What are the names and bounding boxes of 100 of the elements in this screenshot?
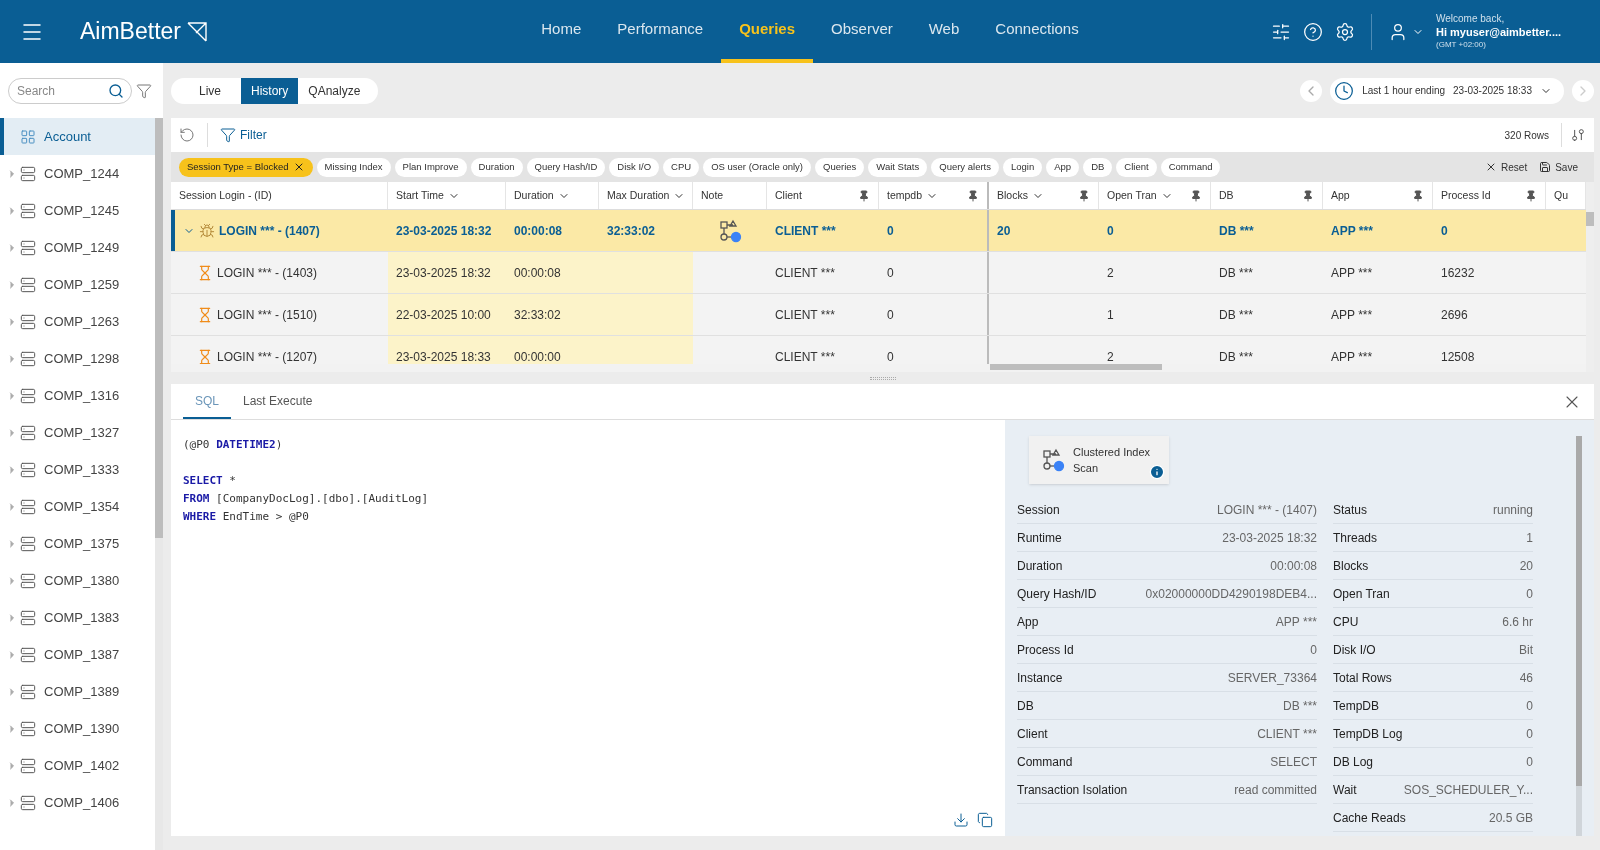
sidebar-item[interactable]: COMP_1383: [0, 599, 155, 636]
filter-chip[interactable]: Duration: [470, 157, 523, 177]
nav-tab[interactable]: Observer: [813, 0, 911, 63]
property-label: Cache Reads: [1333, 809, 1406, 827]
table-row[interactable]: LOGIN *** - (1510) 22-03-2025 10:00 32:33:02 CLIENT *** 0 1 DB *** APP *** 2696: [171, 294, 1586, 336]
property-label: CPU: [1333, 613, 1359, 631]
mode-tab[interactable]: Live: [179, 77, 241, 104]
mode-tab[interactable]: QAnalyze: [298, 77, 371, 104]
filter-chip[interactable]: CPU: [663, 157, 700, 177]
filter-chip[interactable]: Plan Improve: [394, 157, 467, 177]
property-value: 0: [1526, 697, 1533, 715]
table-cell: 23-03-2025 18:33: [388, 336, 506, 364]
filter-chip[interactable]: Queries: [815, 157, 865, 177]
code-line: (@P0 DATETIME2): [183, 437, 283, 453]
nav-tab[interactable]: Performance: [599, 0, 722, 63]
table-row[interactable]: LOGIN *** - (1403) 23-03-2025 18:32 00:00:08 CLIENT *** 0 2 DB *** APP *** 16232: [171, 252, 1586, 294]
table-cell-text: DB ***: [1218, 348, 1254, 364]
table-cell-text: 0: [1440, 222, 1449, 240]
column-header[interactable]: Client: [767, 182, 879, 209]
sidebar-item[interactable]: COMP_1354: [0, 488, 155, 525]
filter-chip[interactable]: Command: [1160, 157, 1221, 177]
property-label: Disk I/O: [1333, 641, 1376, 659]
sidebar-item[interactable]: COMP_1406: [0, 784, 155, 821]
sidebar-item[interactable]: COMP_1375: [0, 525, 155, 562]
sidebar-item[interactable]: COMP_1259: [0, 266, 155, 303]
nav-tab[interactable]: Web: [910, 0, 978, 63]
sidebar-item[interactable]: COMP_1402: [0, 747, 155, 784]
filter-chip[interactable]: Missing Index: [316, 157, 391, 177]
property-label: Query Hash/ID: [1017, 585, 1097, 603]
table-cell-text: 2: [1106, 264, 1115, 282]
filter-chip[interactable]: Disk I/O: [609, 157, 660, 177]
property-value: 20: [1519, 557, 1533, 575]
table-cell-text: APP ***: [1330, 222, 1374, 240]
column-header[interactable]: Note: [693, 182, 767, 209]
sidebar-item[interactable]: COMP_1389: [0, 673, 155, 710]
detail-tab[interactable]: Last Execute: [231, 384, 325, 419]
table-cell-text: 0: [1106, 222, 1115, 240]
reset-button[interactable]: Reset: [1485, 159, 1528, 175]
filter-chip[interactable]: Login: [1003, 157, 1043, 177]
table-cell: 00:00:08: [506, 252, 599, 293]
property-label: Threads: [1333, 529, 1378, 547]
filter-chip[interactable]: Query Hash/ID: [526, 157, 606, 177]
table-cell: LOGIN *** - (1207): [171, 336, 388, 364]
sidebar-item[interactable]: COMP_1316: [0, 377, 155, 414]
filter-chip[interactable]: App: [1046, 157, 1080, 177]
search-field[interactable]: Search: [8, 77, 132, 104]
sidebar-item[interactable]: COMP_1263: [0, 303, 155, 340]
column-header[interactable]: Process Id: [1433, 182, 1546, 209]
filter-chip[interactable]: Query alerts: [931, 157, 999, 177]
column-header[interactable]: Duration: [506, 182, 599, 209]
table-row[interactable]: LOGIN *** - (1407) 23-03-2025 18:32 00:00:08 32:33:02 CLIENT *** 0 20 0 DB *** APP *** 0: [171, 210, 1586, 252]
column-header[interactable]: Max Duration: [599, 182, 693, 209]
property-label: Blocks: [1333, 557, 1369, 575]
table-cell-text: 12508: [1440, 348, 1476, 364]
welcome-text: Welcome back,: [1436, 13, 1506, 26]
sidebar-item[interactable]: COMP_1390: [0, 710, 155, 747]
sidebar-item[interactable]: COMP_1245: [0, 192, 155, 229]
filter-chip[interactable]: Client: [1116, 157, 1157, 177]
filter-chip[interactable]: DB: [1083, 157, 1113, 177]
sidebar-item[interactable]: COMP_1327: [0, 414, 155, 451]
filter-chip[interactable]: Session Type = Blocked: [179, 157, 313, 177]
filter-chip[interactable]: Wait Stats: [868, 157, 928, 177]
property-label: Total Rows: [1333, 669, 1392, 687]
plan-operator-card[interactable]: Clustered Index Scan: [1029, 436, 1169, 484]
table-cell-text: APP ***: [1330, 306, 1374, 324]
sidebar-item[interactable]: COMP_1244: [0, 155, 155, 192]
table-cell-text: 23-03-2025 18:32: [395, 222, 493, 240]
property-value: DB ***: [1283, 697, 1317, 715]
property-value: APP ***: [1275, 613, 1317, 631]
save-button[interactable]: Save: [1539, 159, 1578, 175]
column-header[interactable]: Session Login - (ID): [171, 182, 388, 209]
property-value: 6.6 hr: [1502, 613, 1533, 631]
mode-tab[interactable]: History: [241, 77, 299, 104]
nav-tab[interactable]: Home: [523, 0, 600, 63]
property-label: Open Tran: [1333, 585, 1390, 603]
table-cell: 23-03-2025 18:32: [388, 252, 506, 293]
code-line: WHERE EndTime > @P0: [183, 509, 309, 525]
sidebar-item[interactable]: COMP_1387: [0, 636, 155, 673]
sidebar-item[interactable]: COMP_1298: [0, 340, 155, 377]
column-header[interactable]: App: [1323, 182, 1433, 209]
filter-button[interactable]: Filter: [220, 126, 267, 144]
sidebar-item[interactable]: COMP_1249: [0, 229, 155, 266]
table-cell: 32:33:02: [506, 294, 599, 335]
column-header[interactable]: DB: [1211, 182, 1323, 209]
column-header[interactable]: Start Time: [388, 182, 506, 209]
property-label: Session: [1017, 501, 1060, 519]
column-header[interactable]: Blocks: [989, 182, 1099, 209]
sidebar-item[interactable]: COMP_1333: [0, 451, 155, 488]
table-cell-text: APP ***: [1330, 264, 1374, 282]
sidebar-item[interactable]: Account: [0, 118, 155, 155]
user-email: Hi myuser@aimbetter....: [1436, 25, 1563, 40]
table-row[interactable]: LOGIN *** - (1207) 23-03-2025 18:33 00:00:00 CLIENT *** 0 2 DB *** APP *** 12508: [171, 336, 1586, 364]
filter-chip[interactable]: OS user (Oracle only): [703, 157, 812, 177]
column-header[interactable]: Open Tran: [1099, 182, 1211, 209]
property-value: LOGIN *** - (1407): [1216, 501, 1317, 519]
time-range-selector[interactable]: Last 1 hour ending 23-03-2025 18:33: [1330, 77, 1564, 104]
sidebar-item[interactable]: COMP_1380: [0, 562, 155, 599]
nav-tab[interactable]: Connections: [977, 0, 1097, 63]
property-value: SELECT: [1270, 753, 1317, 771]
nav-tab[interactable]: Queries: [721, 0, 814, 63]
